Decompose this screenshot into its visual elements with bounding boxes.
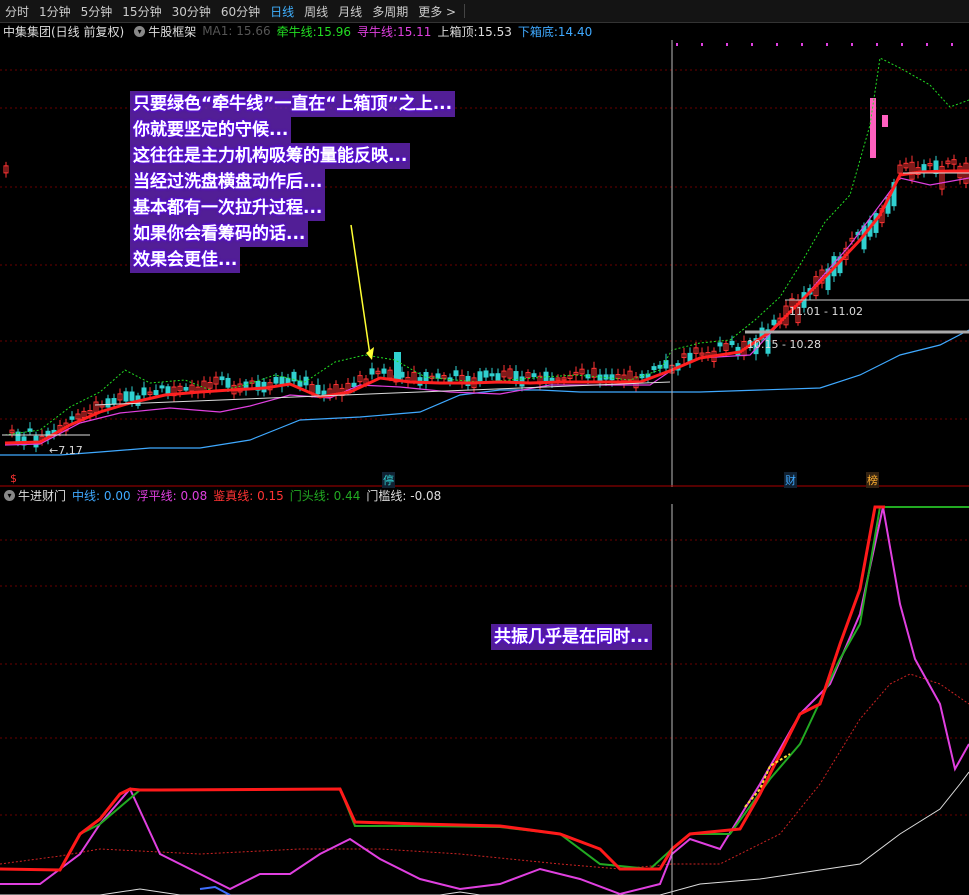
xunniu-line-readout: 寻牛线:15.11 xyxy=(357,24,432,39)
annotation-line: 只要绿色“牵牛线”一直在“上箱顶”之上... xyxy=(130,91,456,117)
candle-body xyxy=(141,387,147,396)
tab-fenshi[interactable]: 分时 xyxy=(0,3,34,20)
signal-dot xyxy=(776,43,778,46)
candle-body xyxy=(543,371,549,382)
candle-body xyxy=(165,386,171,394)
candle-body xyxy=(729,340,735,346)
annotation-arrowhead xyxy=(366,347,374,360)
candle-body xyxy=(394,352,401,380)
candle-body xyxy=(651,366,657,371)
candle-body xyxy=(453,370,459,377)
candle-body xyxy=(183,387,189,391)
tab-1min[interactable]: 1分钟 xyxy=(34,3,76,20)
float-line xyxy=(0,506,969,895)
candle-body xyxy=(159,385,165,389)
candle-body xyxy=(477,371,483,382)
candle-body xyxy=(225,377,231,388)
signal-dot xyxy=(826,43,828,46)
signal-dot xyxy=(676,43,678,46)
indicator-name[interactable]: 牛股框架 xyxy=(148,23,196,40)
candle-body xyxy=(129,391,135,401)
signal-dot xyxy=(901,43,903,46)
toolbar-divider xyxy=(464,4,466,18)
candle-body xyxy=(123,391,129,402)
tab-60min[interactable]: 60分钟 xyxy=(216,3,265,20)
candle-body xyxy=(663,360,669,369)
sub-indicator-name[interactable]: 牛进财门 xyxy=(18,487,66,504)
period-toolbar: 分时 1分钟 5分钟 15分钟 30分钟 60分钟 日线 周线 月线 多周期 更… xyxy=(0,0,969,23)
signal-dot xyxy=(726,43,728,46)
signal-dot xyxy=(926,43,928,46)
tab-monthly[interactable]: 月线 xyxy=(333,3,367,20)
lower-box-readout: 下箱底:14.40 xyxy=(517,24,593,39)
candle-body xyxy=(489,373,495,377)
signal-dot xyxy=(851,43,853,46)
candle-body xyxy=(297,380,303,387)
chevron-down-icon[interactable]: ▾ xyxy=(4,489,15,501)
main-indicator-bar: 中集集团(日线 前复权) ▾ 牛股框架 MA1: 15.66 牵牛线:15.96… xyxy=(0,22,969,40)
candle-body xyxy=(513,371,519,383)
annotation-line: 这往往是主力机构吸筹的量能反映... xyxy=(130,143,411,169)
signal-dot xyxy=(876,43,878,46)
threshold-line-readout: 门槛线: -0.08 xyxy=(366,488,442,503)
annotation-line: 如果你会看筹码的话... xyxy=(130,221,309,247)
candle-body xyxy=(483,370,489,378)
signal-dot xyxy=(701,43,703,46)
candle-body xyxy=(771,319,777,326)
candle-body xyxy=(435,373,441,379)
candle-body xyxy=(315,384,321,395)
candle-body xyxy=(303,376,309,386)
tab-30min[interactable]: 30分钟 xyxy=(167,3,216,20)
tab-5min[interactable]: 5分钟 xyxy=(76,3,118,20)
signal-dot xyxy=(801,43,803,46)
tab-more[interactable]: 更多 > xyxy=(413,3,461,20)
candle-body xyxy=(369,368,375,375)
main-annotation: 只要绿色“牵牛线”一直在“上箱顶”之上... 你就要坚定的守候... 这往往是主… xyxy=(130,91,456,273)
tab-daily[interactable]: 日线 xyxy=(265,3,299,20)
gate-top-line-readout: 门头线: 0.44 xyxy=(289,488,361,503)
faded-indicator-value: MA1: 15.66 xyxy=(202,24,271,38)
tab-weekly[interactable]: 周线 xyxy=(299,3,333,20)
middle-line-readout: 中线: 0.00 xyxy=(72,488,131,503)
candle-body xyxy=(153,390,159,396)
candle-body xyxy=(882,115,888,127)
candle-body xyxy=(717,342,723,347)
middle-line xyxy=(199,885,231,895)
candle-body xyxy=(921,164,927,172)
signal-dot xyxy=(951,43,953,46)
float-line-readout: 浮平线: 0.08 xyxy=(136,488,208,503)
annotation-line: 基本都有一次拉升过程... xyxy=(130,195,326,221)
annotation-line: 你就要坚定的守候... xyxy=(130,117,292,143)
sub-indicator-bar: ▾ 牛进财门 中线: 0.00 浮平线: 0.08 鉴真线: 0.15 门头线:… xyxy=(0,486,969,504)
resonance-red-line xyxy=(0,505,885,872)
chevron-down-icon[interactable]: ▾ xyxy=(134,25,146,37)
candle-body xyxy=(69,416,75,420)
dollar-marker[interactable]: $ xyxy=(9,472,18,485)
tab-multi-period[interactable]: 多周期 xyxy=(367,3,413,20)
candle-body xyxy=(381,368,387,374)
range-label-1: 11.01 - 11.02 xyxy=(789,305,863,318)
tab-15min[interactable]: 15分钟 xyxy=(117,3,166,20)
annotation-line: 共振几乎是在同时... xyxy=(491,624,653,650)
signal-dot xyxy=(751,43,753,46)
candle-body xyxy=(531,373,537,378)
candle-body xyxy=(273,376,279,384)
candle-body xyxy=(219,376,225,381)
candle-body xyxy=(351,382,357,388)
low-price-label: ←7.17 xyxy=(49,444,83,457)
range-label-2: 10.15 - 10.28 xyxy=(747,338,821,351)
candle-body xyxy=(609,374,615,381)
qianniu-line-readout: 牵牛线:15.96 xyxy=(276,24,352,39)
annotation-line: 当经过洗盘横盘动作后... xyxy=(130,169,326,195)
candle-body xyxy=(111,398,117,405)
stock-title: 中集集团(日线 前复权) xyxy=(3,24,125,39)
annotation-line: 效果会更佳... xyxy=(130,247,241,273)
upper-box-readout: 上箱顶:15.53 xyxy=(437,24,512,39)
sub-annotation: 共振几乎是在同时... xyxy=(491,624,653,650)
truth-line-readout: 鉴真线: 0.15 xyxy=(213,488,284,503)
candle-body xyxy=(495,373,501,381)
truth-dashed-line xyxy=(0,673,969,870)
candle-body xyxy=(105,398,111,408)
sub-indicator-chart[interactable] xyxy=(0,504,969,895)
